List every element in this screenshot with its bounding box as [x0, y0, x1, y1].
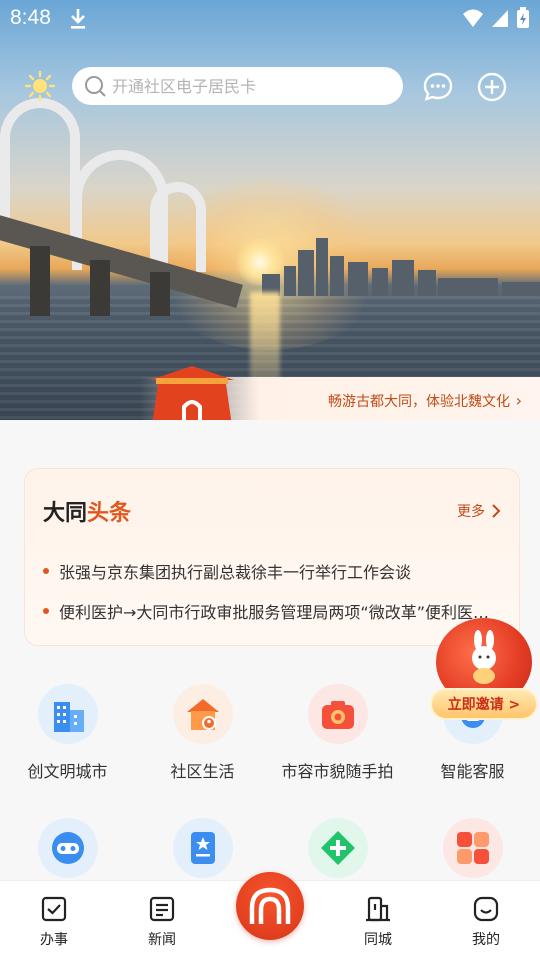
weather-sun-icon[interactable]	[24, 70, 56, 102]
bridge-piers	[0, 236, 220, 316]
medical-plus-icon	[320, 831, 355, 865]
status-icons	[462, 7, 530, 29]
news-icon	[149, 896, 175, 922]
message-icon[interactable]	[422, 71, 454, 103]
chevron-right-icon	[492, 504, 501, 518]
home-center-button[interactable]	[236, 872, 304, 940]
banner-text: 畅游古都大同，体验北魏文化	[328, 394, 510, 410]
battery-icon	[517, 7, 529, 28]
service-community-life[interactable]: 社区生活	[135, 684, 270, 782]
profile-smile-icon	[473, 896, 499, 922]
signal-icon	[492, 10, 508, 27]
search-input[interactable]	[112, 76, 372, 96]
tab-profile[interactable]: 我的	[446, 895, 526, 949]
service-medical[interactable]	[270, 818, 405, 878]
status-time: 8:48	[10, 6, 51, 29]
city-gate-icon	[150, 366, 234, 426]
service-star-doc[interactable]	[135, 818, 270, 878]
home-arch-icon	[249, 887, 291, 924]
city-skyline	[262, 232, 540, 296]
apps-grid-icon	[456, 832, 489, 864]
wifi-icon	[463, 9, 483, 27]
vr-goggles-icon	[51, 832, 84, 864]
service-civilized-city[interactable]: 创文明城市	[0, 684, 135, 782]
more-news-link[interactable]: 更多	[457, 501, 501, 521]
star-document-icon	[190, 832, 215, 864]
news-card-title: 大同头条	[43, 501, 132, 526]
service-more-apps[interactable]	[405, 818, 540, 878]
search-icon	[85, 76, 106, 97]
service-city-photo[interactable]: 市容市貌随手拍	[270, 684, 405, 782]
hero-banner-image[interactable]	[0, 0, 540, 420]
tab-services[interactable]: 办事	[14, 895, 94, 949]
task-check-icon	[41, 896, 67, 922]
city-building-icon	[366, 896, 390, 922]
invite-now-button[interactable]: 立即邀请 >	[430, 688, 538, 720]
search-bar[interactable]	[72, 67, 403, 105]
services-grid-row-2	[0, 818, 540, 878]
download-icon	[71, 9, 85, 29]
tab-city[interactable]: 同城	[338, 895, 418, 949]
rabbit-icon	[472, 630, 496, 684]
buildings-icon	[53, 702, 84, 732]
bridge-arch	[0, 98, 80, 238]
add-icon[interactable]	[476, 71, 508, 103]
status-bar: 8:48	[0, 0, 540, 40]
service-vr[interactable]	[0, 818, 135, 878]
chevron-right-icon: ›	[515, 391, 522, 410]
news-item[interactable]: 张强与京东集团执行副总裁徐丰一行举行工作会谈	[43, 551, 503, 591]
community-home-icon	[186, 699, 219, 730]
invite-promo-badge[interactable]: 立即邀请 >	[430, 612, 538, 722]
camera-icon	[321, 701, 354, 729]
tab-news[interactable]: 新闻	[122, 895, 202, 949]
